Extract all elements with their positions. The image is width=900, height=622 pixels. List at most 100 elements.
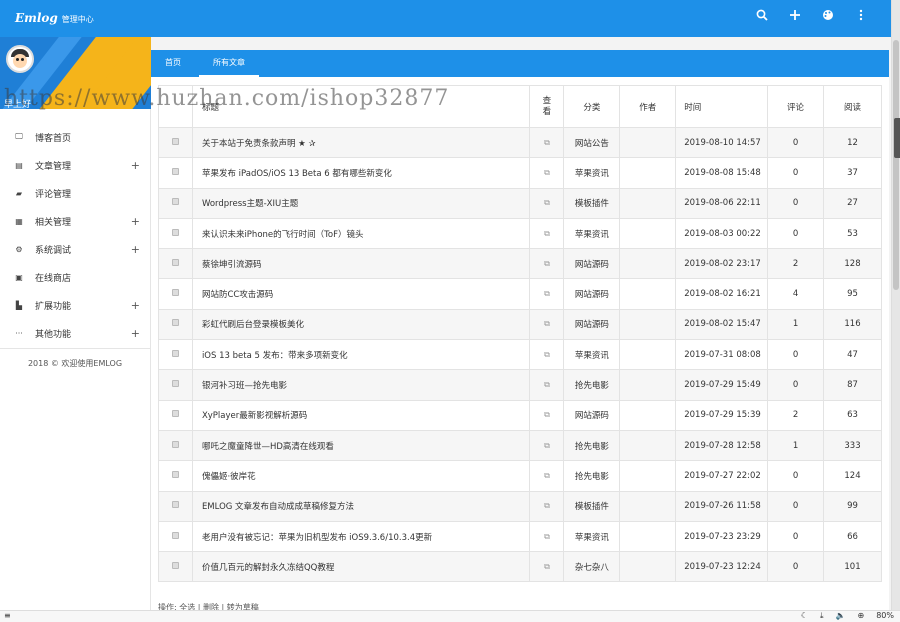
- post-title[interactable]: 价值几百元的解封永久冻结QQ教程: [191, 551, 531, 583]
- post-title[interactable]: 彩虹代刷后台登录模板美化: [191, 308, 531, 341]
- row-checkbox[interactable]: [158, 551, 193, 583]
- row-checkbox[interactable]: [158, 278, 193, 310]
- checkbox[interactable]: [171, 470, 179, 478]
- checkbox[interactable]: [171, 167, 179, 175]
- external-link-icon[interactable]: ⧉: [544, 289, 550, 298]
- post-category[interactable]: 抢先电影: [563, 460, 621, 492]
- row-checkbox[interactable]: [158, 187, 193, 219]
- view-cell[interactable]: ⧉: [529, 399, 565, 431]
- view-cell[interactable]: ⧉: [529, 157, 565, 189]
- column-header-category[interactable]: 分类: [563, 85, 621, 128]
- row-checkbox[interactable]: [158, 308, 193, 341]
- post-comments[interactable]: 0: [767, 187, 825, 219]
- table-row[interactable]: 彩虹代刷后台登录模板美化 ⧉ 网站源码 2019-08-02 15:47 1 116: [158, 308, 882, 341]
- table-row[interactable]: EMLOG 文章发布自动成成草稿修复方法 ⧉ 模板插件 2019-07-26 11:5…: [158, 490, 882, 522]
- table-row[interactable]: 来认识未来iPhone的飞行时间（ToF）镜头 ⧉ 苹果资讯 2019-08-03 0…: [158, 217, 882, 250]
- post-comments[interactable]: 0: [767, 520, 825, 553]
- external-link-icon[interactable]: ⧉: [544, 198, 550, 207]
- view-cell[interactable]: ⧉: [529, 429, 565, 462]
- post-comments[interactable]: 0: [767, 490, 825, 522]
- post-comments[interactable]: 0: [767, 126, 825, 159]
- post-category[interactable]: 网站源码: [563, 308, 621, 341]
- checkbox[interactable]: [171, 258, 179, 266]
- post-comments[interactable]: 0: [767, 369, 825, 401]
- external-link-icon[interactable]: ⧉: [544, 138, 550, 147]
- view-cell[interactable]: ⧉: [529, 520, 565, 553]
- external-link-icon[interactable]: ⧉: [544, 380, 550, 389]
- expand-plus-icon[interactable]: +: [131, 243, 140, 256]
- post-title[interactable]: EMLOG 文章发布自动成成草稿修复方法: [191, 490, 531, 522]
- row-checkbox[interactable]: [158, 369, 193, 401]
- column-header-title[interactable]: 标题: [191, 85, 531, 128]
- table-row[interactable]: 苹果发布 iPadOS/iOS 13 Beta 6 都有哪些新变化 ⧉ 苹果资讯 20…: [158, 157, 882, 189]
- view-cell[interactable]: ⧉: [529, 308, 565, 341]
- post-category[interactable]: 苹果资讯: [563, 217, 621, 250]
- menu-icon[interactable]: ≡: [4, 611, 11, 620]
- row-checkbox[interactable]: [158, 248, 193, 280]
- external-link-icon[interactable]: ⧉: [544, 259, 550, 268]
- external-link-icon[interactable]: ⧉: [544, 319, 550, 328]
- row-checkbox[interactable]: [158, 490, 193, 522]
- sidebar-item-related[interactable]: ▦ 相关管理 +: [0, 207, 150, 235]
- checkbox[interactable]: [171, 561, 179, 569]
- post-comments[interactable]: 0: [767, 551, 825, 583]
- expand-plus-icon[interactable]: +: [131, 327, 140, 340]
- external-link-icon[interactable]: ⧉: [544, 471, 550, 480]
- table-row[interactable]: Wordpress主题-XIU主题 ⧉ 模板插件 2019-08-06 22:11 0 2…: [158, 187, 882, 219]
- row-checkbox[interactable]: [158, 520, 193, 553]
- view-cell[interactable]: ⧉: [529, 460, 565, 492]
- page-scrollbar[interactable]: [891, 0, 900, 610]
- more-vert-icon[interactable]: [853, 9, 869, 24]
- sidebar-item-comments[interactable]: ▰ 评论管理: [0, 179, 150, 207]
- column-header-reads[interactable]: 阅读: [823, 85, 882, 128]
- checkbox[interactable]: [171, 531, 179, 539]
- post-comments[interactable]: 0: [767, 157, 825, 189]
- checkbox[interactable]: [171, 137, 179, 145]
- table-row[interactable]: 关于本站于免责条款声明 ★ ✰ ⧉ 网站公告 2019-08-10 14:57 0 12: [158, 126, 882, 159]
- post-category[interactable]: 杂七杂八: [563, 551, 621, 583]
- post-category[interactable]: 苹果资讯: [563, 339, 621, 371]
- table-row[interactable]: 银河补习班—抢先电影 ⧉ 抢先电影 2019-07-29 15:49 0 87: [158, 369, 882, 401]
- post-title[interactable]: 蔡徐坤引流源码: [191, 248, 531, 280]
- post-title[interactable]: iOS 13 beta 5 发布：带来多项新变化: [191, 339, 531, 371]
- external-link-icon[interactable]: ⧉: [544, 501, 550, 510]
- row-checkbox[interactable]: [158, 460, 193, 492]
- post-title[interactable]: 傀儡姬·彼岸花: [191, 460, 531, 492]
- checkbox[interactable]: [171, 440, 179, 448]
- checkbox[interactable]: [171, 198, 179, 206]
- palette-icon[interactable]: [820, 9, 836, 24]
- sidebar-item-system[interactable]: ⚙ 系统调试 +: [0, 235, 150, 263]
- view-cell[interactable]: ⧉: [529, 369, 565, 401]
- checkbox[interactable]: [171, 410, 179, 418]
- sidebar-item-store[interactable]: ▣ 在线商店: [0, 263, 150, 291]
- external-link-icon[interactable]: ⧉: [544, 441, 550, 450]
- post-comments[interactable]: 0: [767, 217, 825, 250]
- external-link-icon[interactable]: ⧉: [544, 562, 550, 571]
- post-comments[interactable]: 1: [767, 429, 825, 462]
- post-title[interactable]: Wordpress主题-XIU主题: [191, 187, 531, 219]
- post-title[interactable]: 银河补习班—抢先电影: [191, 369, 531, 401]
- table-row[interactable]: 哪吒之魔童降世—HD高清在线观看 ⧉ 抢先电影 2019-07-28 12:58 1 33…: [158, 429, 882, 462]
- plus-icon[interactable]: [787, 9, 803, 24]
- row-checkbox[interactable]: [158, 157, 193, 189]
- post-title[interactable]: 网站防CC攻击源码: [191, 278, 531, 310]
- row-checkbox[interactable]: [158, 429, 193, 462]
- post-title[interactable]: 苹果发布 iPadOS/iOS 13 Beta 6 都有哪些新变化: [191, 157, 531, 189]
- sidebar-item-blog-home[interactable]: 🖵 博客首页: [0, 123, 150, 151]
- checkbox[interactable]: [171, 289, 179, 297]
- external-link-icon[interactable]: ⧉: [544, 532, 550, 541]
- moon-icon[interactable]: ☾: [801, 611, 808, 621]
- view-cell[interactable]: ⧉: [529, 248, 565, 280]
- table-row[interactable]: iOS 13 beta 5 发布：带来多项新变化 ⧉ 苹果资讯 2019-07-31 …: [158, 339, 882, 371]
- post-comments[interactable]: 4: [767, 278, 825, 310]
- external-link-icon[interactable]: ⧉: [544, 229, 550, 238]
- post-category[interactable]: 网站源码: [563, 399, 621, 431]
- row-checkbox[interactable]: [158, 217, 193, 250]
- checkbox[interactable]: [171, 380, 179, 388]
- post-category[interactable]: 网站源码: [563, 248, 621, 280]
- post-title[interactable]: 来认识未来iPhone的飞行时间（ToF）镜头: [191, 217, 531, 250]
- zoom-icon[interactable]: ⊕: [858, 611, 865, 621]
- view-cell[interactable]: ⧉: [529, 187, 565, 219]
- column-header-comments[interactable]: 评论: [767, 85, 825, 128]
- post-title[interactable]: 老用户没有被忘记：苹果为旧机型发布 iOS9.3.6/10.3.4更新: [191, 520, 531, 553]
